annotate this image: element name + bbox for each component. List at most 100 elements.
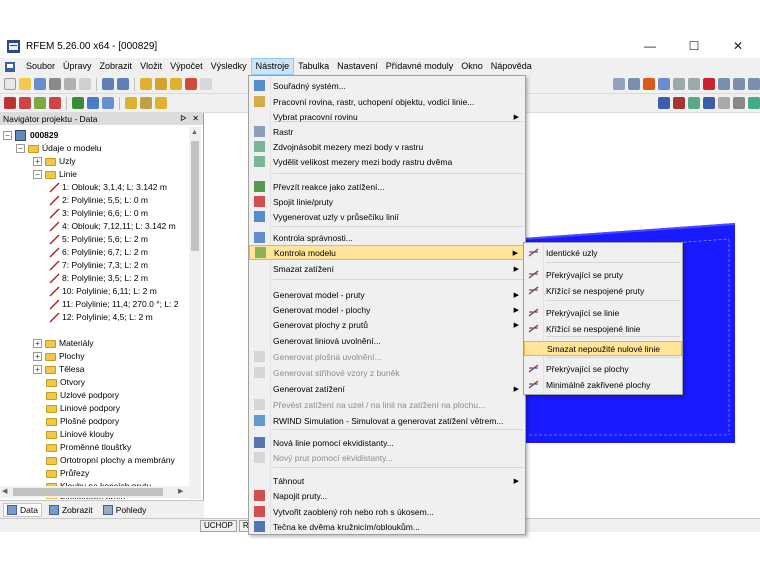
maximize-button[interactable]: ☐ bbox=[672, 34, 716, 58]
menu-item-generate-loads[interactable]: Generovat zatížení ▶ bbox=[249, 381, 525, 396]
menu-item-connect-members[interactable]: Napojit pruty... bbox=[249, 488, 525, 503]
view-3d-icon[interactable] bbox=[703, 97, 715, 109]
menu-item-connect-lines[interactable]: Spojit linie/pruty bbox=[249, 194, 525, 209]
tree-line-item[interactable]: 2: Polylinie; 5,5; L: 0 m bbox=[49, 194, 148, 207]
tab-display[interactable]: Zobrazit bbox=[46, 504, 96, 516]
menu-item-delete-loads[interactable]: Smazat zatížení ▶ bbox=[249, 261, 525, 276]
tree-line-item[interactable]: 4: Oblouk; 7,12,11; L: 3.142 m bbox=[49, 220, 176, 233]
print-report-icon[interactable] bbox=[64, 78, 76, 90]
menu-napoveda[interactable]: Nápověda bbox=[487, 58, 536, 75]
tab-data[interactable]: Data bbox=[3, 502, 42, 517]
filter-icon[interactable] bbox=[688, 97, 700, 109]
menu-okno[interactable]: Okno bbox=[457, 58, 487, 75]
tree-line-item[interactable]: 3: Polylinie; 6,6; L: 0 m bbox=[49, 207, 148, 220]
line-icon[interactable] bbox=[19, 97, 31, 109]
expand-icon[interactable]: + bbox=[33, 352, 42, 361]
menu-tabulka[interactable]: Tabulka bbox=[294, 58, 333, 75]
measure-icon[interactable] bbox=[733, 97, 745, 109]
tree-nodes[interactable]: + Uzly bbox=[33, 155, 76, 168]
menu-nastaveni[interactable]: Nastavení bbox=[333, 58, 382, 75]
tree-line-item[interactable]: 10: Polylinie; 6,11; L: 2 m bbox=[49, 285, 157, 298]
tree-folder-item[interactable]: Liniové klouby bbox=[46, 428, 114, 441]
tree-line-item[interactable]: 8: Polylinie; 3,5; L: 2 m bbox=[49, 272, 148, 285]
submenu-item-overlapping-members[interactable]: Překrývající se pruty bbox=[524, 267, 682, 282]
print-icon[interactable] bbox=[49, 78, 61, 90]
menu-item-double-grid[interactable]: Zdvojnásobit mezery mezi body v rastru bbox=[249, 139, 525, 154]
menu-zobrazit[interactable]: Zobrazit bbox=[96, 58, 137, 75]
solid-icon[interactable] bbox=[748, 78, 760, 90]
scroll-right-icon[interactable]: ▶ bbox=[178, 487, 183, 495]
search-icon[interactable] bbox=[155, 78, 167, 90]
menu-nastroje[interactable]: Nástroje bbox=[250, 58, 295, 75]
expand-icon[interactable]: + bbox=[33, 339, 42, 348]
tree-folder-item[interactable]: Plošné podpory bbox=[46, 415, 119, 428]
wireframe-icon[interactable] bbox=[748, 97, 760, 109]
submenu-item-minimally-curved-surfaces[interactable]: Minimálně zakřivené plochy bbox=[524, 377, 682, 392]
view-icon[interactable] bbox=[628, 78, 640, 90]
tree-line-item[interactable]: 12: Polylinie; 4,5; L: 2 m bbox=[49, 311, 153, 324]
edit-icon[interactable] bbox=[140, 78, 152, 90]
menu-item-halve-grid[interactable]: Vydělit velikost mezery mezi body rastru… bbox=[249, 154, 525, 169]
menu-item-generate-line-releases[interactable]: Generovat liniová uvolnění... bbox=[249, 333, 525, 348]
close-button[interactable]: ✕ bbox=[716, 34, 760, 58]
tree-model-data[interactable]: − Údaje o modelu bbox=[16, 142, 102, 155]
menu-pridavne-moduly[interactable]: Přídavné moduly bbox=[382, 58, 458, 75]
tree-folder-item[interactable]: Liniové podpory bbox=[46, 402, 120, 415]
menu-item-take-reactions[interactable]: Převzít reakce jako zatížení... bbox=[249, 179, 525, 194]
menu-item-fillet-chamfer[interactable]: Vytvořit zaoblený roh nebo roh s úkosem.… bbox=[249, 504, 525, 519]
collapse-icon[interactable]: − bbox=[33, 170, 42, 179]
scroll-left-icon[interactable]: ◀ bbox=[2, 487, 7, 495]
menu-item-drag[interactable]: Táhnout ▶ bbox=[249, 473, 525, 488]
tree-folder-item[interactable]: Průřezy bbox=[46, 467, 89, 480]
tree-solids[interactable]: + Tělesa bbox=[33, 363, 85, 376]
view-x-icon[interactable] bbox=[673, 78, 685, 90]
surface-icon[interactable] bbox=[733, 78, 745, 90]
submenu-item-crossing-lines[interactable]: Křížící se nespojené linie bbox=[524, 321, 682, 336]
expand-icon[interactable]: + bbox=[33, 157, 42, 166]
scroll-up-icon[interactable]: ▲ bbox=[191, 129, 198, 136]
delete-icon[interactable] bbox=[703, 78, 715, 90]
menu-vypocet[interactable]: Výpočet bbox=[166, 58, 207, 75]
close-icon[interactable]: ✕ bbox=[192, 113, 199, 125]
tree-folder-item[interactable]: Ortotropní plochy a membrány bbox=[46, 454, 175, 467]
load-icon[interactable] bbox=[102, 97, 114, 109]
tree-folder-item[interactable]: Uzlové podpory bbox=[46, 389, 119, 402]
iso-view-icon[interactable] bbox=[658, 78, 670, 90]
tree-folder-item[interactable]: Otvory bbox=[46, 376, 85, 389]
new-file-icon[interactable] bbox=[4, 78, 16, 90]
menu-item-generate-model-members[interactable]: Generovat model - pruty ▶ bbox=[249, 287, 525, 302]
collapse-icon[interactable]: − bbox=[16, 144, 25, 153]
node-icon[interactable] bbox=[4, 97, 16, 109]
submenu-item-crossing-members[interactable]: Křížící se nespojené pruty bbox=[524, 283, 682, 298]
hinge-icon[interactable] bbox=[87, 97, 99, 109]
menu-upravy[interactable]: Úpravy bbox=[59, 58, 96, 75]
display-icon[interactable] bbox=[658, 97, 670, 109]
color-icon[interactable] bbox=[673, 97, 685, 109]
redo-icon[interactable] bbox=[117, 78, 129, 90]
arc-icon[interactable] bbox=[34, 97, 46, 109]
table-icon[interactable] bbox=[79, 78, 91, 90]
settings-icon[interactable] bbox=[718, 97, 730, 109]
menu-vysledky[interactable]: Výsledky bbox=[207, 58, 251, 75]
menu-item-grid[interactable]: Rastr bbox=[249, 124, 525, 139]
tree-surfaces[interactable]: + Plochy bbox=[33, 350, 85, 363]
submenu-item-overlapping-surfaces[interactable]: Překrývající se plochy bbox=[524, 361, 682, 376]
tree-line-item[interactable]: 6: Polylinie; 6,7; L: 2 m bbox=[49, 246, 148, 259]
navigator-horizontal-scrollbar[interactable]: ◀ ▶ bbox=[0, 486, 201, 498]
render-icon[interactable] bbox=[643, 78, 655, 90]
grid-icon[interactable] bbox=[613, 78, 625, 90]
menu-item-new-line-offset[interactable]: Nová linie pomocí ekvidistanty... bbox=[249, 435, 525, 450]
collapse-icon[interactable]: − bbox=[3, 131, 12, 140]
tree-lines[interactable]: − Linie bbox=[33, 168, 77, 181]
navigator-vertical-scrollbar[interactable]: ▲ ▼ bbox=[189, 127, 201, 499]
material-icon[interactable] bbox=[140, 97, 152, 109]
submenu-item-delete-unused-null-lines[interactable]: Smazat nepoužité nulové linie bbox=[524, 341, 682, 356]
menu-item-work-plane[interactable]: Pracovní rovina, rastr, uchopení objektu… bbox=[249, 94, 525, 109]
tree-line-item[interactable]: 11: Polylinie; 11,4; 270.0 °; L: 2 bbox=[49, 298, 179, 311]
tree-line-item[interactable]: 7: Polylinie; 7,3; L: 2 m bbox=[49, 259, 148, 272]
save-icon[interactable] bbox=[34, 78, 46, 90]
menu-item-tangent-circles[interactable]: Tečna ke dvěma kružnicím/obloukům... bbox=[249, 519, 525, 534]
minimize-button[interactable]: — bbox=[628, 34, 672, 58]
cross-section-icon[interactable] bbox=[155, 97, 167, 109]
results-icon[interactable] bbox=[200, 78, 212, 90]
